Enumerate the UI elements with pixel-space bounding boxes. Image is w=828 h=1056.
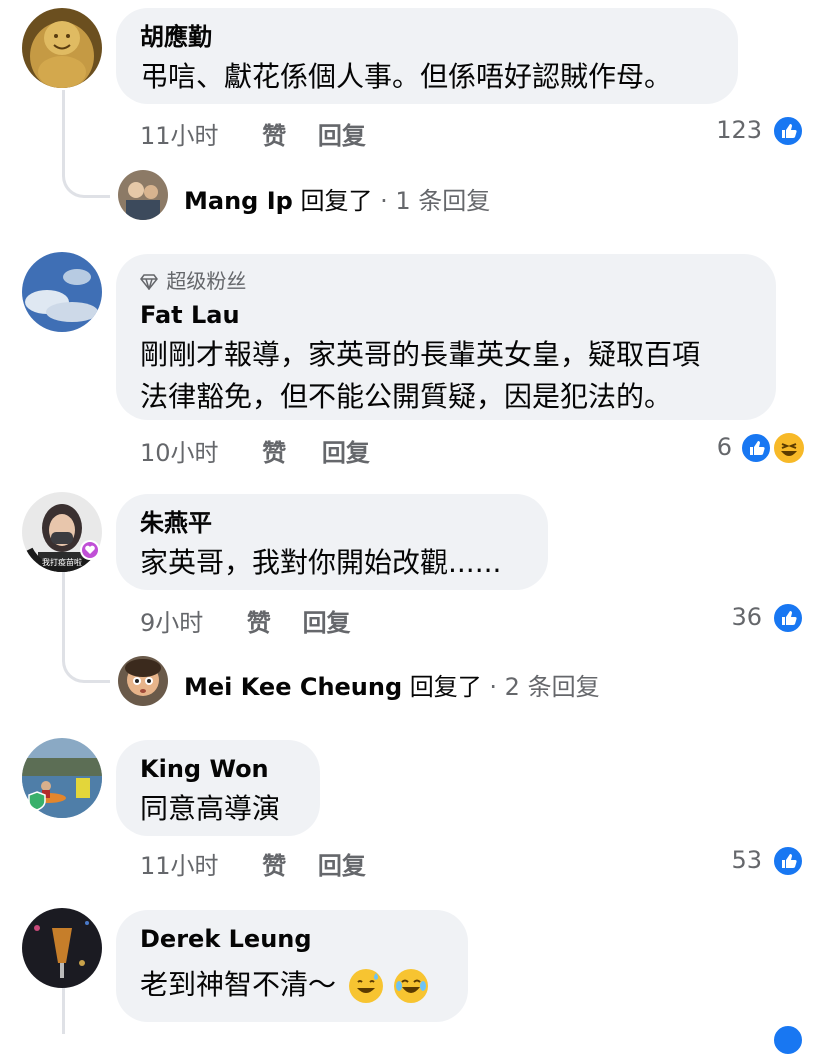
thread-curve xyxy=(62,630,110,683)
avatar[interactable] xyxy=(22,908,102,988)
reply-button[interactable]: 回复 xyxy=(303,603,351,638)
like-reaction-icon xyxy=(772,602,804,634)
badge-label: 超级粉丝 xyxy=(166,269,247,293)
comment-author[interactable]: Derek Leung xyxy=(140,924,444,954)
comment-actions: 10小时 赞 回复 xyxy=(140,433,370,468)
reply-button[interactable]: 回复 xyxy=(318,116,366,151)
comment-text-line: 法律豁免，但不能公開質疑，因是犯法的。 xyxy=(140,379,673,413)
comment-actions: 11小时 赞 回复 xyxy=(140,846,366,881)
comment-author[interactable]: King Won xyxy=(140,754,296,784)
reply-avatar[interactable] xyxy=(118,656,168,706)
reply-count[interactable]: · 2 条回复 xyxy=(482,673,599,701)
comment-time[interactable]: 11小时 xyxy=(140,116,219,151)
comment-bubble: 朱燕平 家英哥，我對你開始改觀...... xyxy=(116,494,548,590)
comment-bubble: 超级粉丝 Fat Lau 剛剛才報導，家英哥的長輩英女皇，疑取百項 法律豁免，但… xyxy=(116,254,776,420)
reaction-count[interactable]: 6 xyxy=(717,433,732,461)
reply-preview[interactable]: Mei Kee Cheung 回复了 · 2 条回复 xyxy=(184,667,600,702)
like-reaction-icon xyxy=(740,432,772,464)
comment-author[interactable]: 朱燕平 xyxy=(140,508,524,538)
laughing-emoji-icon xyxy=(393,969,428,1003)
like-button[interactable]: 赞 xyxy=(262,433,286,468)
heart-badge-icon xyxy=(80,540,100,560)
drink-avatar-icon xyxy=(22,908,102,988)
reply-verb: 回复了 xyxy=(300,187,373,215)
comment-text: 同意高導演 xyxy=(140,792,281,825)
reply-author[interactable]: Mei Kee Cheung xyxy=(184,673,402,701)
like-button[interactable]: 赞 xyxy=(262,846,286,881)
comment-actions: 11小时 赞 回复 xyxy=(140,116,366,151)
comment-text: 老到神智不清～ xyxy=(140,968,337,1001)
reaction-count[interactable]: 123 xyxy=(716,116,762,144)
thread-line xyxy=(62,570,65,630)
diamond-icon xyxy=(140,270,160,296)
reply-button[interactable]: 回复 xyxy=(318,846,366,881)
comment-text: 弔唁、獻花係個人事。但係唔好認賊作母。 xyxy=(140,60,673,93)
haha-reaction-icon xyxy=(772,431,806,465)
comment-bubble: Derek Leung 老到神智不清～ xyxy=(116,910,468,1022)
buddha-avatar-icon xyxy=(22,8,102,88)
avatar[interactable] xyxy=(22,8,102,88)
reply-author[interactable]: Mang Ip xyxy=(184,187,293,215)
sky-avatar-icon xyxy=(22,252,102,332)
reply-button[interactable]: 回复 xyxy=(322,433,370,468)
comment-bubble: 胡應勤 弔唁、獻花係個人事。但係唔好認賊作母。 xyxy=(116,8,738,104)
comment-time[interactable]: 10小时 xyxy=(140,433,219,468)
avatar[interactable] xyxy=(22,252,102,332)
reply-count[interactable]: · 1 条回复 xyxy=(372,187,490,215)
comment-time[interactable]: 11小时 xyxy=(140,846,219,881)
like-button[interactable]: 赞 xyxy=(247,603,271,638)
reply-preview[interactable]: Mang Ip 回复了 · 1 条回复 xyxy=(184,181,490,216)
reply-verb: 回复了 xyxy=(409,673,482,701)
comment-bubble: King Won 同意高導演 xyxy=(116,740,320,836)
shield-badge-icon xyxy=(26,790,48,812)
reaction-count[interactable]: 36 xyxy=(731,603,762,631)
thread-curve xyxy=(62,150,110,198)
comment-author[interactable]: 胡應勤 xyxy=(140,22,714,52)
like-reaction-icon xyxy=(772,845,804,877)
fan-badge[interactable]: 超级粉丝 xyxy=(140,268,752,296)
comment-text: 家英哥，我對你開始改觀...... xyxy=(140,546,502,579)
like-reaction-icon xyxy=(772,115,804,147)
like-reaction-icon xyxy=(772,1024,804,1056)
like-button[interactable]: 赞 xyxy=(262,116,286,151)
comment-author[interactable]: Fat Lau xyxy=(140,300,752,330)
comment-text-row: 老到神智不清～ xyxy=(140,964,444,1006)
reaction-count[interactable]: 53 xyxy=(731,846,762,874)
sweat-smile-emoji-icon xyxy=(348,969,383,1003)
comment-time[interactable]: 9小时 xyxy=(140,603,203,638)
reply-avatar[interactable] xyxy=(118,170,168,220)
thread-line xyxy=(62,985,65,1034)
comment-text-line: 剛剛才報導，家英哥的長輩英女皇，疑取百項 xyxy=(140,337,701,371)
comment-actions: 9小时 赞 回复 xyxy=(140,603,351,638)
